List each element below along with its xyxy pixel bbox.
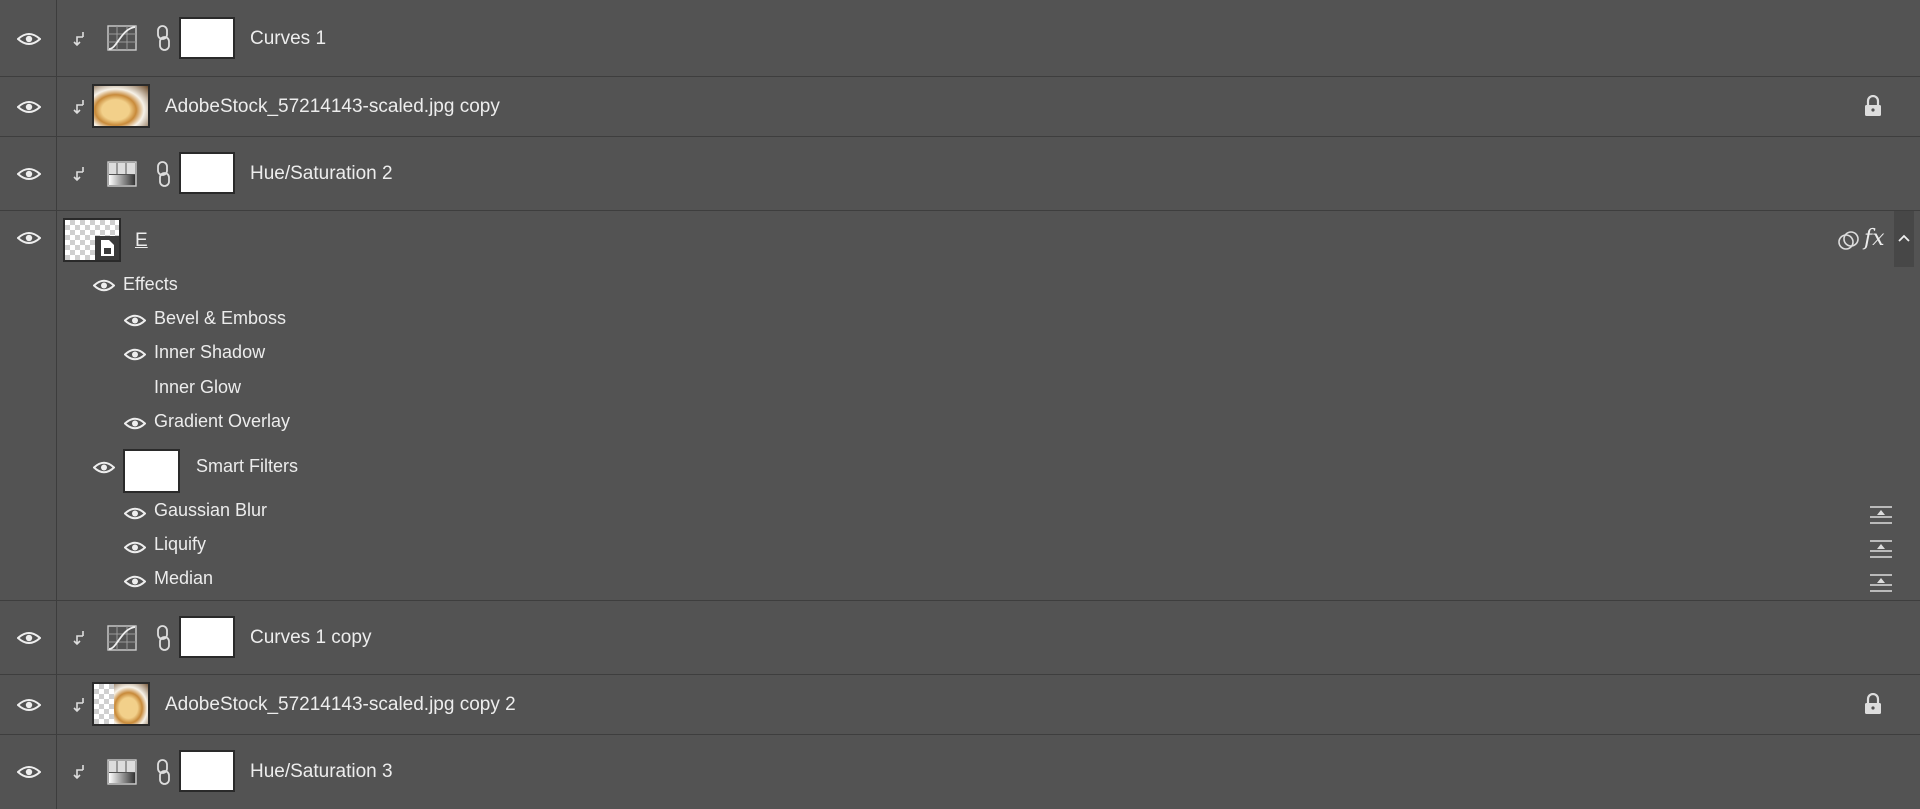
layer-name[interactable]: Hue/Saturation 3 [250, 761, 393, 783]
image-thumbnail[interactable] [92, 682, 150, 726]
clipping-arrow-icon [73, 31, 87, 47]
collapse-chevron-icon[interactable] [1894, 211, 1914, 267]
lock-icon [1864, 692, 1882, 715]
smart-filters-eye-icon[interactable] [92, 461, 116, 474]
smart-object-thumbnail[interactable] [63, 218, 121, 262]
filter-median[interactable]: Median [154, 568, 213, 589]
layer-row-hue-saturation-3[interactable]: Hue/Saturation 3 [0, 735, 1920, 809]
layer-row-adobestock-copy[interactable]: AdobeStock_57214143-scaled.jpg copy [0, 77, 1920, 137]
filter-eye-icon[interactable] [123, 507, 147, 520]
clipping-arrow-icon [73, 166, 87, 182]
layer-row-curves-1[interactable]: Curves 1 [0, 0, 1920, 77]
effect-inner-glow[interactable]: Inner Glow [154, 377, 241, 398]
smart-filters-label[interactable]: Smart Filters [196, 456, 298, 477]
effects-label[interactable]: Effects [123, 274, 178, 295]
layer-mask-thumbnail[interactable] [179, 17, 235, 59]
filter-blending-options-icon[interactable] [1868, 539, 1894, 559]
link-chain-icon[interactable] [155, 24, 171, 52]
hue-saturation-adjustment-icon[interactable] [107, 161, 137, 187]
visibility-eye-icon[interactable] [17, 631, 41, 645]
layer-row-hue-saturation-2[interactable]: Hue/Saturation 2 [0, 137, 1920, 211]
curves-adjustment-icon[interactable] [107, 25, 137, 51]
layers-panel: Curves 1 AdobeStock_57214143-scaled.jpg … [0, 0, 1920, 809]
clipping-arrow-icon [73, 630, 87, 646]
link-chain-icon[interactable] [155, 758, 171, 786]
blend-overlap-icon [1837, 230, 1859, 252]
link-chain-icon[interactable] [155, 624, 171, 652]
layer-name[interactable]: Curves 1 copy [250, 627, 371, 649]
filter-blending-options-icon[interactable] [1868, 505, 1894, 525]
lock-icon [1864, 94, 1882, 117]
filter-eye-icon[interactable] [123, 541, 147, 554]
filter-liquify[interactable]: Liquify [154, 534, 206, 555]
layer-name[interactable]: AdobeStock_57214143-scaled.jpg copy [165, 96, 500, 118]
visibility-eye-icon[interactable] [17, 100, 41, 114]
layer-row-adobestock-copy-2[interactable]: AdobeStock_57214143-scaled.jpg copy 2 [0, 675, 1920, 735]
effects-eye-icon[interactable] [92, 279, 116, 292]
smart-filter-mask-thumbnail[interactable] [123, 449, 180, 493]
effect-eye-icon[interactable] [123, 348, 147, 361]
effect-bevel-emboss[interactable]: Bevel & Emboss [154, 308, 286, 329]
effect-eye-icon[interactable] [123, 417, 147, 430]
layer-row-e[interactable]: E fx Effects Bevel & Emboss Inner Shadow… [0, 211, 1920, 601]
visibility-eye-icon[interactable] [17, 167, 41, 181]
visibility-eye-icon[interactable] [17, 32, 41, 46]
effect-eye-icon[interactable] [123, 314, 147, 327]
layer-mask-thumbnail[interactable] [179, 616, 235, 658]
effect-gradient-overlay[interactable]: Gradient Overlay [154, 411, 290, 432]
curves-adjustment-icon[interactable] [107, 625, 137, 651]
filter-blending-options-icon[interactable] [1868, 573, 1894, 593]
layer-mask-thumbnail[interactable] [179, 750, 235, 792]
layer-name[interactable]: Hue/Saturation 2 [250, 163, 393, 185]
visibility-eye-icon[interactable] [17, 698, 41, 712]
hue-saturation-adjustment-icon[interactable] [107, 759, 137, 785]
filter-eye-icon[interactable] [123, 575, 147, 588]
image-thumbnail[interactable] [92, 84, 150, 128]
visibility-eye-icon[interactable] [17, 765, 41, 779]
layer-name[interactable]: E [135, 230, 148, 252]
clipping-arrow-icon [73, 764, 87, 780]
layer-name[interactable]: Curves 1 [250, 28, 326, 50]
layer-name[interactable]: AdobeStock_57214143-scaled.jpg copy 2 [165, 694, 516, 716]
link-chain-icon[interactable] [155, 160, 171, 188]
layer-mask-thumbnail[interactable] [179, 152, 235, 194]
visibility-eye-icon[interactable] [17, 231, 41, 245]
layer-row-curves-1-copy[interactable]: Curves 1 copy [0, 601, 1920, 675]
filter-gaussian-blur[interactable]: Gaussian Blur [154, 500, 267, 521]
fx-icon[interactable]: fx [1864, 226, 1885, 251]
effect-inner-shadow[interactable]: Inner Shadow [154, 342, 265, 363]
clipping-arrow-icon [73, 99, 87, 115]
clipping-arrow-icon [73, 697, 87, 713]
